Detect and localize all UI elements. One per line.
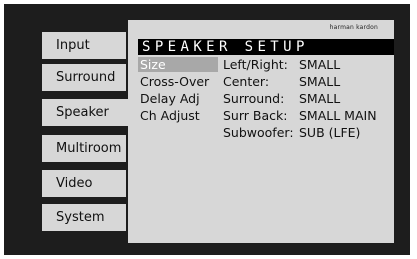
setting-left-right-label: Left/Right: — [223, 57, 288, 72]
tab-speaker-label: Speaker — [56, 105, 109, 120]
setting-center-value[interactable]: SMALL — [299, 74, 340, 89]
speaker-setup-panel: harman kardon SPEAKER SETUP Size Cross-O… — [128, 20, 394, 243]
menu-item-size[interactable]: Size — [138, 57, 218, 72]
menu-item-ch-adjust-label: Ch Adjust — [140, 108, 200, 123]
setting-subwoofer-value[interactable]: SUB (LFE) — [299, 125, 360, 140]
setting-surr-back-label: Surr Back: — [223, 108, 288, 123]
title-bar: SPEAKER SETUP — [138, 39, 394, 55]
menu-item-size-label: Size — [140, 57, 166, 72]
tab-multiroom-label: Multiroom — [56, 141, 122, 156]
tab-input-label: Input — [56, 38, 90, 53]
tab-surround[interactable]: Surround — [42, 64, 126, 91]
tab-system[interactable]: System — [42, 204, 126, 231]
tab-multiroom[interactable]: Multiroom — [42, 135, 126, 162]
menu-item-cross-over-label: Cross-Over — [140, 74, 210, 89]
menu-item-delay-adj[interactable]: Delay Adj — [138, 91, 200, 106]
menu-item-delay-adj-label: Delay Adj — [140, 91, 200, 106]
menu-item-ch-adjust[interactable]: Ch Adjust — [138, 108, 200, 123]
setting-surround-value[interactable]: SMALL — [299, 91, 340, 106]
brand-logo: harman kardon — [329, 24, 378, 31]
osd-screen: Input Surround Speaker Multiroom Video S… — [4, 4, 410, 255]
setting-subwoofer-label: Subwoofer: — [223, 125, 294, 140]
setting-center-label: Center: — [223, 74, 270, 89]
setting-left-right-value[interactable]: SMALL — [299, 57, 340, 72]
tab-system-label: System — [56, 210, 105, 225]
tab-video-label: Video — [56, 176, 93, 191]
tab-surround-label: Surround — [56, 70, 116, 85]
setting-surr-back-value[interactable]: SMALL MAIN — [299, 108, 377, 123]
tab-input[interactable]: Input — [42, 32, 126, 59]
tab-speaker[interactable]: Speaker — [42, 99, 132, 126]
tab-video[interactable]: Video — [42, 170, 126, 197]
menu-item-cross-over[interactable]: Cross-Over — [138, 74, 209, 89]
page-title: SPEAKER SETUP — [142, 39, 309, 55]
setting-surround-label: Surround: — [223, 91, 285, 106]
